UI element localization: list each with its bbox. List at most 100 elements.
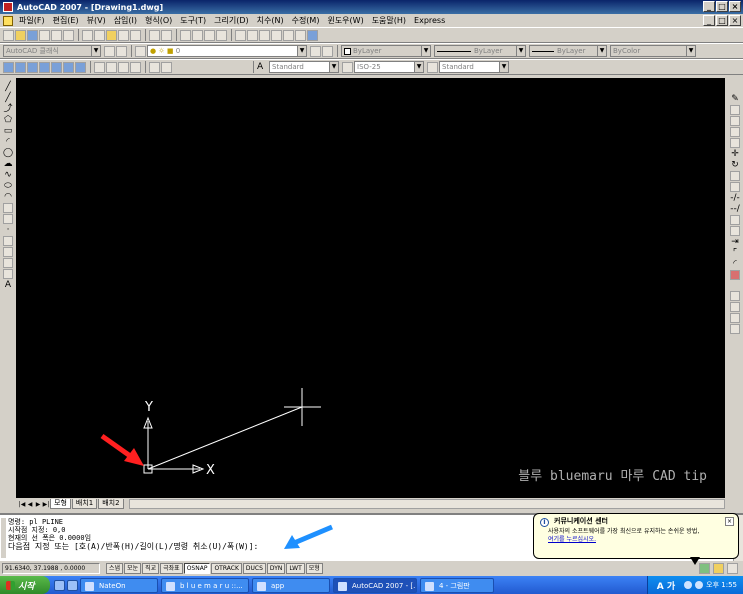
break-at-point-icon[interactable] (730, 215, 740, 225)
spline-icon[interactable]: ∿ (4, 170, 12, 181)
rectangle-icon[interactable]: ▭ (4, 126, 13, 137)
block-editor-icon[interactable] (130, 29, 141, 41)
menu-express[interactable]: Express (410, 16, 449, 25)
dyn-toggle[interactable]: DYN (266, 563, 286, 574)
linear-dimension-icon[interactable] (3, 61, 14, 73)
break-icon[interactable] (730, 226, 740, 236)
text-style-icon[interactable]: A (257, 62, 268, 73)
paste-icon[interactable] (106, 29, 117, 41)
layer-manager-icon[interactable] (135, 45, 146, 57)
taskbar-item-browser[interactable]: b l u e m a r u ::... (161, 577, 249, 593)
markup-icon[interactable] (283, 29, 294, 41)
publish-icon[interactable] (63, 29, 74, 41)
point-icon[interactable]: · (7, 225, 10, 236)
arc-length-icon[interactable] (27, 61, 38, 73)
menu-window[interactable]: 윈도우(W) (323, 15, 367, 26)
pan-icon[interactable] (180, 29, 191, 41)
camera-icon[interactable] (149, 61, 160, 73)
design-center-icon[interactable] (247, 29, 258, 41)
title-bar[interactable]: AutoCAD 2007 - [Drawing1.dwg] _ □ × (0, 0, 743, 14)
tab-layout2[interactable]: 배치2 (98, 499, 124, 509)
table-icon[interactable] (3, 269, 13, 279)
minimize-button[interactable]: _ (703, 1, 715, 12)
polyline-icon[interactable]: ⤴ (3, 104, 12, 115)
plot-icon[interactable] (39, 29, 50, 41)
chamfer-icon[interactable]: ⌜ (733, 248, 737, 259)
text-style-dropdown[interactable]: Standard ▼ (269, 61, 339, 73)
workspace-settings-icon[interactable] (104, 45, 115, 57)
polygon-icon[interactable]: ⬠ (4, 115, 12, 126)
menu-draw[interactable]: 그리기(D) (210, 15, 252, 26)
fillet-icon[interactable]: ◜ (733, 259, 737, 270)
open-icon[interactable] (15, 29, 26, 41)
menu-help[interactable]: 도움말(H) (368, 15, 410, 26)
ducs-toggle[interactable]: DUCS (242, 563, 266, 574)
grid-toggle[interactable]: 모눈 (124, 563, 142, 574)
workspace-save-icon[interactable] (116, 45, 127, 57)
arc-icon[interactable]: ◜ (6, 137, 10, 148)
menu-dimension[interactable]: 치수(N) (253, 15, 288, 26)
menu-modify[interactable]: 수정(M) (288, 15, 324, 26)
new-icon[interactable] (3, 29, 14, 41)
tab-model[interactable]: 모형 (50, 499, 71, 509)
stretch-icon[interactable] (730, 182, 740, 192)
rotate-icon[interactable]: ↻ (731, 160, 739, 171)
ellipse-arc-icon[interactable]: ◠ (4, 192, 12, 203)
trim-icon[interactable]: -/- (730, 193, 740, 204)
last-tab-button[interactable]: ▶| (42, 500, 50, 509)
calculator-icon[interactable] (295, 29, 306, 41)
polar-toggle[interactable]: 극좌표 (160, 563, 183, 574)
explode-icon[interactable] (730, 270, 740, 280)
balloon-close-button[interactable]: × (725, 517, 734, 526)
help-icon[interactable] (307, 29, 318, 41)
taskbar-item-autocad[interactable]: AutoCAD 2007 - [... (333, 577, 417, 593)
snap-toggle[interactable]: 스냅 (106, 563, 124, 574)
bring-above-icon[interactable] (730, 324, 740, 334)
view-side-icon[interactable] (118, 61, 129, 73)
zoom-realtime-icon[interactable] (192, 29, 203, 41)
sheet-set-icon[interactable] (271, 29, 282, 41)
radius-icon[interactable] (51, 61, 62, 73)
region-icon[interactable] (3, 258, 13, 268)
dim-style-dropdown[interactable]: ISO-25 ▼ (354, 61, 424, 73)
taskbar-item-nateon[interactable]: NateOn (80, 577, 158, 593)
menu-edit[interactable]: 편집(E) (49, 15, 83, 26)
clock[interactable]: 오후 1:55 (706, 580, 737, 590)
quicklaunch-desktop-icon[interactable] (67, 579, 78, 591)
revision-cloud-icon[interactable]: ☁ (4, 159, 13, 170)
doc-minimize-button[interactable]: _ (703, 15, 715, 26)
properties-icon[interactable] (235, 29, 246, 41)
send-to-back-icon[interactable] (730, 313, 740, 323)
start-button[interactable]: 시작 (0, 576, 50, 594)
command-window-grip[interactable] (1, 518, 6, 558)
layer-dropdown[interactable]: ● ☼ ■ 0 ▼ (147, 45, 307, 57)
scale-icon[interactable] (730, 171, 740, 181)
model-toggle[interactable]: 모형 (305, 563, 323, 574)
zoom-previous-icon[interactable] (216, 29, 227, 41)
hatch-icon[interactable] (3, 236, 13, 246)
balloon-link[interactable]: 여기를 누르십시오. (548, 536, 732, 544)
layer-previous-icon[interactable] (322, 45, 333, 57)
bring-to-front-icon[interactable] (730, 302, 740, 312)
menu-insert[interactable]: 삽입(I) (110, 15, 141, 26)
drawing-canvas[interactable]: Y X 블루 bluemaru 마루 CAD tip (16, 78, 725, 498)
offset-icon[interactable] (730, 127, 740, 137)
ellipse-icon[interactable]: ⬭ (4, 181, 12, 192)
close-button[interactable]: × (729, 1, 741, 12)
array-icon[interactable] (730, 138, 740, 148)
insert-block-icon[interactable] (3, 203, 13, 213)
redo-icon[interactable] (161, 29, 172, 41)
menu-format[interactable]: 형식(O) (141, 15, 176, 26)
lineweight-dropdown[interactable]: ByLayer ▼ (529, 45, 607, 57)
aligned-dimension-icon[interactable] (15, 61, 26, 73)
dim-style-icon[interactable] (342, 61, 353, 73)
save-icon[interactable] (27, 29, 38, 41)
view-iso-icon[interactable] (130, 61, 141, 73)
coordinate-readout[interactable]: 91.6340, 37.1988 , 0.0000 (2, 563, 100, 574)
linetype-dropdown[interactable]: ByLayer ▼ (434, 45, 526, 57)
doc-close-button[interactable]: × (729, 15, 741, 26)
lock-icon[interactable] (713, 563, 724, 574)
menu-tools[interactable]: 도구(T) (176, 15, 210, 26)
circle-icon[interactable]: ◯ (3, 148, 13, 159)
diameter-icon[interactable] (75, 61, 86, 73)
